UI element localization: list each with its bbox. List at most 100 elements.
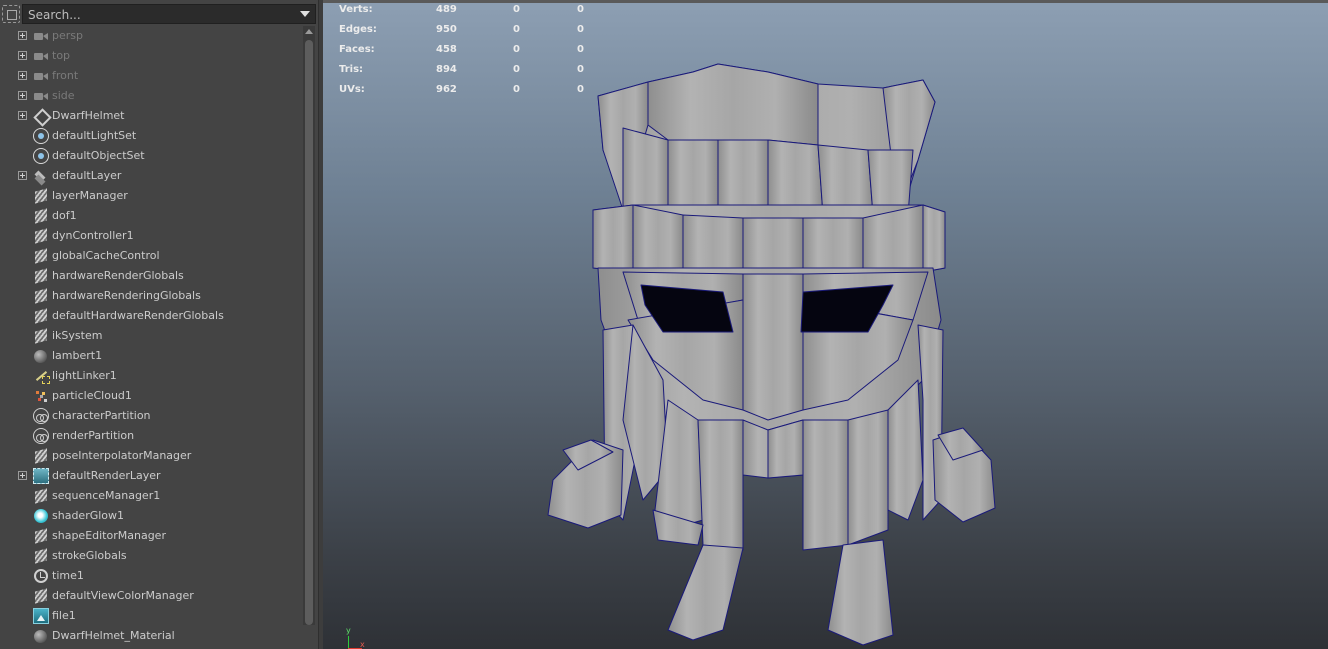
- camera-icon: [33, 88, 49, 104]
- helmet-face-polygon: [767, 139, 824, 216]
- outliner-item-label: lambert1: [52, 349, 103, 362]
- outliner-item-label: particleCloud1: [52, 389, 132, 402]
- outliner-item-label: front: [52, 69, 79, 82]
- outliner-item-label: side: [52, 89, 75, 102]
- outliner-item[interactable]: defaultLayer: [0, 166, 302, 186]
- hud-stat-value: 0: [513, 4, 520, 15]
- hud-stat-value: 489: [436, 4, 457, 15]
- outliner-search-input[interactable]: [22, 4, 316, 24]
- material-sphere-icon: [34, 350, 47, 363]
- outliner-item[interactable]: characterPartition: [0, 406, 302, 426]
- outliner-item[interactable]: defaultRenderLayer: [0, 466, 302, 486]
- outliner-item[interactable]: globalCacheControl: [0, 246, 302, 266]
- scroll-up-arrow-icon[interactable]: [305, 29, 313, 34]
- material-sphere-icon: [34, 630, 47, 643]
- outliner-item[interactable]: defaultObjectSet: [0, 146, 302, 166]
- outliner-item-label: renderPartition: [52, 429, 135, 442]
- dependency-node-icon: [33, 228, 49, 244]
- outliner-item[interactable]: particleCloud1: [0, 386, 302, 406]
- partition-icon: [33, 408, 49, 424]
- outliner-item-label: hardwareRenderingGlobals: [52, 289, 201, 302]
- outliner-item[interactable]: renderPartition: [0, 426, 302, 446]
- expand-plus-icon[interactable]: [18, 471, 27, 480]
- helmet-face-polygon: [717, 139, 769, 216]
- outliner-item[interactable]: lambert1: [0, 346, 302, 366]
- scrollbar-thumb[interactable]: [305, 40, 313, 625]
- outliner-item-label: shaderGlow1: [52, 509, 125, 522]
- outliner-item[interactable]: dynController1: [0, 226, 302, 246]
- outliner-item-label: dof1: [52, 209, 77, 222]
- helmet-face-polygon: [697, 419, 744, 551]
- hud-stat-value: 0: [513, 24, 520, 35]
- filter-selection-icon[interactable]: [2, 5, 20, 23]
- hud-stat-value: 0: [513, 84, 520, 95]
- outliner-item[interactable]: file1: [0, 606, 302, 626]
- axis-x-label: x: [360, 640, 365, 649]
- search-options-chevron-down-icon[interactable]: [300, 11, 310, 17]
- expand-plus-icon[interactable]: [18, 91, 27, 100]
- helmet-polygons: [547, 63, 996, 646]
- helmet-face-polygon: [802, 217, 864, 275]
- outliner-item[interactable]: poseInterpolatorManager: [0, 446, 302, 466]
- helmet-face-polygon: [922, 204, 946, 273]
- hud-stat-value: 0: [577, 64, 584, 75]
- outliner-item[interactable]: dof1: [0, 206, 302, 226]
- outliner-item[interactable]: side: [0, 86, 302, 106]
- expand-plus-icon[interactable]: [18, 51, 27, 60]
- outliner-item[interactable]: time1: [0, 566, 302, 586]
- outliner-item-label: poseInterpolatorManager: [52, 449, 192, 462]
- outliner-item[interactable]: front: [0, 66, 302, 86]
- dwarf-helmet-mesh[interactable]: [323, 0, 1328, 649]
- hud-stat-name: UVs:: [339, 84, 365, 95]
- outliner-item[interactable]: ikSystem: [0, 326, 302, 346]
- helmet-face-polygon: [827, 539, 894, 646]
- outliner-item[interactable]: top: [0, 46, 302, 66]
- dependency-node-icon: [33, 268, 49, 284]
- helmet-face-polygon: [847, 409, 889, 546]
- outliner-item[interactable]: defaultLightSet: [0, 126, 302, 146]
- set-icon: [33, 128, 49, 144]
- outliner-item[interactable]: strokeGlobals: [0, 546, 302, 566]
- helmet-face-polygon: [592, 204, 634, 273]
- outliner-item[interactable]: shaderGlow1: [0, 506, 302, 526]
- hud-stat-value: 0: [577, 24, 584, 35]
- hud-stat-value: 894: [436, 64, 457, 75]
- outliner-item-label: defaultLightSet: [52, 129, 137, 142]
- shader-glow-icon: [34, 509, 48, 523]
- outliner-item[interactable]: DwarfHelmet: [0, 106, 302, 126]
- outliner-item[interactable]: lightLinker1: [0, 366, 302, 386]
- outliner-item[interactable]: hardwareRenderGlobals: [0, 266, 302, 286]
- outliner-item-label: file1: [52, 609, 76, 622]
- outliner-item-label: layerManager: [52, 189, 128, 202]
- outliner-item-label: characterPartition: [52, 409, 151, 422]
- helmet-face-polygon: [767, 419, 804, 479]
- expand-plus-icon[interactable]: [18, 171, 27, 180]
- expand-plus-icon[interactable]: [18, 71, 27, 80]
- outliner-item[interactable]: hardwareRenderingGlobals: [0, 286, 302, 306]
- expand-plus-icon[interactable]: [18, 31, 27, 40]
- outliner-item[interactable]: sequenceManager1: [0, 486, 302, 506]
- outliner-item-label: hardwareRenderGlobals: [52, 269, 184, 282]
- 3d-viewport[interactable]: Verts: 489 0 0 Edges: 950 0 0 Faces: 458 0 0 Tris: 89…: [323, 0, 1328, 649]
- hud-stat-name: Tris:: [339, 64, 364, 75]
- view-axis-gizmo: y x: [343, 626, 373, 649]
- light-linker-icon: [33, 368, 50, 384]
- helmet-face-polygon: [742, 217, 804, 275]
- outliner-item[interactable]: persp: [0, 26, 302, 46]
- outliner-item[interactable]: layerManager: [0, 186, 302, 206]
- outliner-item[interactable]: defaultViewColorManager: [0, 586, 302, 606]
- dependency-node-icon: [33, 188, 49, 204]
- outliner-item[interactable]: DwarfHelmet_Material: [0, 626, 302, 646]
- expand-plus-icon[interactable]: [18, 111, 27, 120]
- outliner-item[interactable]: defaultHardwareRenderGlobals: [0, 306, 302, 326]
- particle-cloud-icon: [33, 388, 49, 404]
- outliner-item-label: top: [52, 49, 71, 62]
- helmet-face-polygon: [682, 214, 744, 275]
- dependency-node-icon: [33, 288, 49, 304]
- outliner-scrollbar[interactable]: [303, 26, 315, 625]
- file-texture-icon: [33, 608, 49, 624]
- outliner-item-label: sequenceManager1: [52, 489, 161, 502]
- helmet-face-polygon: [667, 139, 719, 216]
- outliner-item[interactable]: shapeEditorManager: [0, 526, 302, 546]
- outliner-item-label: strokeGlobals: [52, 549, 127, 562]
